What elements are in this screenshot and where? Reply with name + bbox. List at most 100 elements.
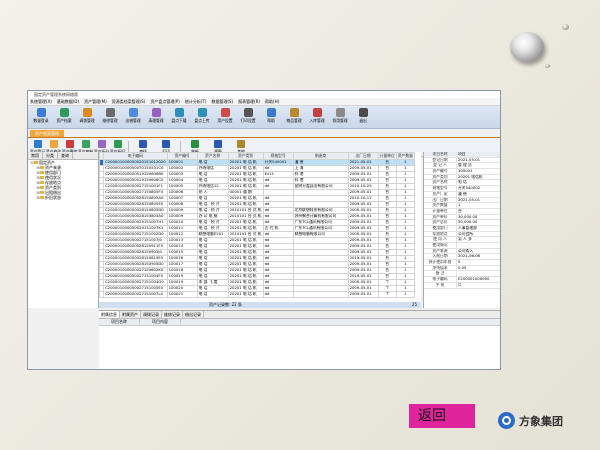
tree-node[interactable]: ⊞ 折旧状态: [28, 195, 98, 200]
column-header[interactable]: 资产数量: [395, 152, 415, 160]
folder-icon: [40, 171, 44, 174]
quantity-total: 25: [411, 302, 417, 307]
table-row[interactable]: C200001000050027151002D0 100012 联想电脑E201 20…: [99, 231, 415, 238]
bottom-tabs: 附属信息 附属资产 调拨记录 维修记录 借出记录: [99, 311, 500, 319]
table-cell: 20201 电 话 机: [227, 291, 264, 298]
table-cell: C200001000050028150805D0: [103, 207, 168, 214]
back-button[interactable]: 返回: [409, 404, 475, 428]
toolbar-icon: [335, 108, 345, 117]
table-cell: C200001000050027151002D0: [103, 231, 168, 238]
menu-item[interactable]: 统计分析(T): [185, 99, 207, 105]
toolbar-button[interactable]: 出借管理: [122, 108, 144, 124]
toolbar-button[interactable]: 清理管理: [145, 108, 167, 124]
column-header[interactable]: 规格型号: [262, 152, 294, 160]
menu-item[interactable]: 数据管理(S): [211, 99, 233, 105]
menu-item[interactable]: 资源类档案管理(S): [112, 99, 146, 105]
tree-tab[interactable]: 分类: [43, 152, 58, 159]
toolbar-button[interactable]: 领用管理: [329, 108, 351, 124]
menu-bar: 系统管理(X) 基础数据(D) 资产管理(M) 资源类档案管理(S) 资产盘点管理(P)…: [28, 98, 500, 106]
folder-icon: [40, 196, 44, 199]
toolbar-label: 盘点下载: [171, 118, 187, 123]
tree-tabs: 常用 分类 查询: [28, 152, 98, 160]
toolbar-icon: [36, 108, 46, 117]
toolbar-button[interactable]: 盘点下载: [168, 108, 190, 124]
column-header[interactable]: 电子编码: [103, 152, 168, 160]
folder-icon: [40, 186, 44, 189]
menu-item[interactable]: 报表管理(R): [238, 99, 260, 105]
table-row[interactable]: C200001000050028150805A0 100009 办 公 电 脑 201…: [99, 213, 415, 220]
tree-tab[interactable]: 查询: [58, 152, 73, 159]
bottom-column-header[interactable]: 项目内容: [140, 319, 181, 325]
category-tree: ⊟ 固定资产 ⊞ 资产来源 ⊞ 使用部门 ⊞ 使用状况 ⊞ 存放地点 ⊞ 资产类别 ⊞ 出租借出 ⊞ 折旧状态: [28, 160, 98, 200]
column-header[interactable]: 资产名称: [196, 152, 229, 160]
table-cell: C200001000050027150602K0: [103, 267, 168, 274]
toolbar-button[interactable]: 用户设置: [214, 108, 236, 124]
toolbar-button[interactable]: 维修管理: [99, 108, 121, 124]
column-header[interactable]: 资产类别: [227, 152, 264, 160]
toolbar-label: 用户设置: [217, 118, 233, 123]
brand: 方象集团: [498, 412, 563, 429]
tab-strip: 资产档案管理: [28, 129, 500, 138]
folder-icon: [40, 166, 44, 169]
detail-row: 手 账 ☐: [424, 282, 500, 289]
toolbar-button[interactable]: 物品管理: [283, 108, 305, 124]
toolbar-label: 清理管理: [148, 118, 164, 123]
brand-logo-icon: [498, 412, 515, 429]
toolbar-button[interactable]: 退出: [352, 108, 374, 124]
bottom-panel: 附属信息 附属资产 调拨记录 维修记录 借出记录 项目名称 项目内容: [99, 310, 500, 369]
toolbar-label: 打印设置: [240, 118, 256, 123]
tab-asset-archive[interactable]: 资产档案管理: [30, 130, 64, 137]
toolbar-button[interactable]: 入库管理: [306, 108, 328, 124]
table-cell: C200001000050028150805A0: [103, 213, 168, 220]
toolbar-icon: [128, 108, 138, 117]
toolbar-icon: [82, 108, 92, 117]
bottom-tab[interactable]: 维修记录: [162, 311, 183, 318]
toolbar-label: 物品管理: [286, 118, 302, 123]
menu-item[interactable]: 资产管理(M): [84, 99, 107, 105]
app-window: 固定资产管理系统网络版 系统管理(X) 基础数据(D) 资产管理(M) 资源类档案管理…: [27, 90, 501, 370]
table-cell: 2010101 台 式 机: [227, 213, 264, 220]
table-cell: C200001000050027151001F1: [103, 183, 168, 190]
menu-item[interactable]: 系统管理(X): [30, 99, 52, 105]
table-cell: 2010101 台 式 机: [227, 231, 264, 238]
toolbar-label: 维修管理: [102, 118, 118, 123]
table-cell: C200001000050028150911F0: [103, 243, 168, 250]
toolbar-button[interactable]: 调拨管理: [76, 108, 98, 124]
water-drop-decoration-tiny: [545, 64, 550, 68]
detail-field-value: ☐: [456, 282, 500, 289]
table-cell: C200001000050020151012020: [103, 159, 168, 166]
table-cell: 1: [395, 291, 415, 298]
toolbar-icon: [358, 108, 368, 117]
toolbar-button[interactable]: 帮助: [260, 108, 282, 124]
column-header[interactable]: 出厂日期: [347, 152, 379, 160]
column-header[interactable]: 制造商: [292, 152, 349, 160]
menu-item[interactable]: 基础数据(D): [57, 99, 79, 105]
bottom-tab[interactable]: 借出记录: [183, 311, 204, 318]
table-cell: dd: [262, 291, 294, 298]
table-cell: 2009-05-01: [347, 291, 379, 298]
toolbar-icon: [197, 108, 207, 117]
bottom-tab[interactable]: 附属资产: [120, 311, 141, 318]
bottom-column-header[interactable]: 项目名称: [99, 319, 140, 325]
folder-icon: [40, 176, 44, 179]
toolbar-button[interactable]: 数量登录: [30, 108, 52, 124]
toolbar-button[interactable]: 资产档案: [53, 108, 75, 124]
table-cell: C200001000050027151004F0: [103, 273, 168, 280]
toolbar-button[interactable]: 打印设置: [237, 108, 259, 124]
column-header[interactable]: 计量单位: [377, 152, 397, 160]
toolbar-label: 盘点上传: [194, 118, 210, 123]
menu-item[interactable]: 帮助(H): [265, 99, 279, 105]
toolbar-button[interactable]: 盘点上传: [191, 108, 213, 124]
record-count: 资产记录数: 22 条: [209, 302, 242, 307]
tree-tab[interactable]: 常用: [28, 152, 43, 159]
bottom-tab[interactable]: 调拨记录: [141, 311, 162, 318]
menu-item[interactable]: 资产盘点管理(P): [150, 99, 180, 105]
toolbar-icon: [105, 108, 115, 117]
column-header[interactable]: 资产编号: [166, 152, 198, 160]
table-row[interactable]: C200001000050027151007L0 100021 电 话 20201 电…: [99, 291, 415, 298]
table-cell: 个: [377, 291, 397, 298]
main-area: 常用 分类 查询 ⊟ 固定资产 ⊞ 资产来源 ⊞ 使用部门 ⊞ 使用状况 ⊞ 存放地点 ⊞ 资产类别 ⊞ 出租…: [28, 152, 500, 369]
table-row[interactable]: C200001000050028150805D0 100009 电 话 · 桥 片2…: [99, 207, 415, 214]
detail-panel: 项目名称 项目 登记日期 2021-05-01 登 记 人管 理 员资产编号 100001…: [423, 152, 500, 308]
bottom-tab[interactable]: 附属信息: [99, 311, 120, 318]
